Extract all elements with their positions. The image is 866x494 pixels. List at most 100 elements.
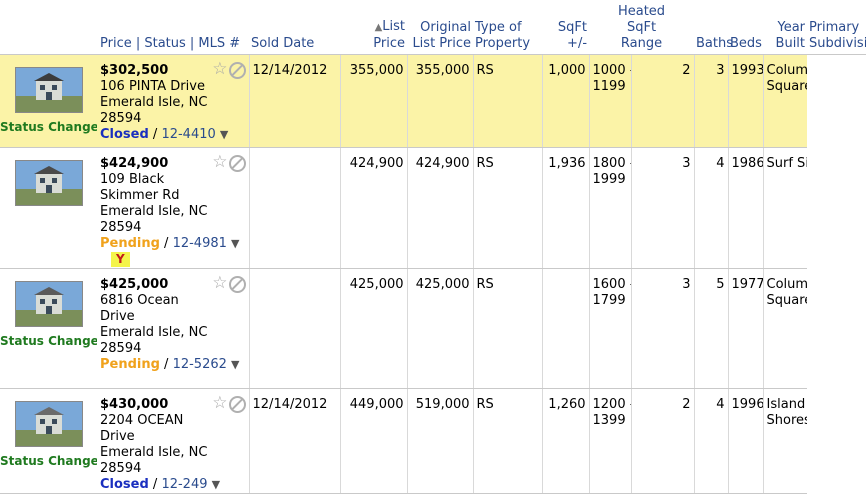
sqft-cell: 1,260: [542, 388, 590, 494]
star-outline-icon[interactable]: ☆: [212, 393, 227, 413]
sold-date-cell: 12/14/2012: [249, 388, 341, 494]
status-line: Pending / 12-5262 ▼: [100, 357, 240, 372]
col-year-built[interactable]: Year Built: [763, 0, 808, 55]
beds-cell: 5: [694, 268, 729, 389]
beds-cell: 4: [694, 147, 729, 269]
listing-address: 109 Black Skimmer Rd Emerald Isle, NC 28…: [100, 172, 208, 235]
year-built-cell: 1986: [728, 147, 764, 269]
sqft-range-cell: 1800 – 1999: [589, 147, 632, 269]
col-primary-subdivision[interactable]: PrimarySubdivision: [807, 0, 866, 55]
list-price-cell: 355,000: [340, 54, 408, 148]
list-price-cell: 424,900: [340, 147, 408, 269]
baths-cell: 2: [631, 388, 695, 494]
original-list-price-cell: 355,000: [407, 54, 474, 148]
listing-address: 2204 OCEAN Drive Emerald Isle, NC 28594: [100, 413, 208, 476]
sqft-cell: 1,000: [542, 54, 590, 148]
table-row[interactable]: Status Change ☆ $430,000 2204 OCEAN Drive E…: [0, 388, 866, 494]
property-type-cell: RS: [473, 147, 543, 269]
col-beds[interactable]: Beds: [728, 0, 764, 55]
listing-photo[interactable]: [14, 281, 83, 327]
subdivision-cell: Columbus Square: [763, 268, 808, 389]
price-status-mls-cell: ☆ $302,500 106 PINTA Drive Emerald Isle, N…: [97, 54, 250, 148]
sold-date-cell: 12/14/2012: [249, 54, 341, 148]
subdivision-cell: Island Shores: [763, 388, 808, 494]
table-row[interactable]: Status Change ☆ $302,500 106 PINTA Drive Em…: [0, 54, 866, 148]
cancel-circle-icon[interactable]: [228, 396, 246, 413]
cancel-circle-icon[interactable]: [228, 155, 246, 172]
year-built-cell: 1996: [728, 388, 764, 494]
status-line: Pending / 12-4981 ▼: [100, 236, 240, 251]
subdivision-cell: Columbus Square: [763, 54, 808, 148]
mls-number-link[interactable]: 12-4410: [161, 127, 215, 142]
status-badge: Y: [111, 252, 130, 267]
sold-date-cell: [249, 268, 341, 389]
status-line: Closed / 12-249 ▼: [100, 477, 221, 492]
baths-cell: 3: [631, 268, 695, 389]
cancel-circle-icon[interactable]: [228, 276, 246, 293]
col-baths[interactable]: Baths: [694, 0, 733, 55]
photo-cell: Status Change: [0, 54, 97, 148]
status-label: Closed: [100, 477, 149, 492]
beds-cell: 4: [694, 388, 729, 494]
year-built-cell: 1977: [728, 268, 764, 389]
price-status-mls-cell: ☆ $424,900 109 Black Skimmer Rd Emerald Is…: [97, 147, 250, 269]
baths-cell: 3: [631, 147, 695, 269]
col-heated-sqft-range[interactable]: Heated SqFt Range: [589, 0, 695, 55]
property-type-cell: RS: [473, 268, 543, 389]
price-status-mls-cell: ☆ $425,000 6816 Ocean Drive Emerald Isle, …: [97, 268, 250, 389]
cancel-circle-icon[interactable]: [228, 62, 246, 79]
table-row[interactable]: ☆ $424,900 109 Black Skimmer Rd Emerald Is…: [0, 147, 866, 269]
listing-photo[interactable]: [14, 67, 83, 113]
col-sold-date[interactable]: Sold Date: [249, 0, 341, 55]
subdivision-cell: Surf Side: [763, 147, 808, 269]
sqft-cell: [542, 268, 590, 389]
col-list-price[interactable]: ▲List Price: [340, 0, 408, 55]
sold-date-cell: [249, 147, 341, 269]
caret-down-icon[interactable]: ▼: [212, 478, 220, 491]
mls-number-link[interactable]: 12-249: [161, 477, 207, 492]
photo-cell: Status Change: [0, 268, 97, 389]
status-label: Closed: [100, 127, 149, 142]
property-type-cell: RS: [473, 388, 543, 494]
listing-address: 106 PINTA Drive Emerald Isle, NC 28594: [100, 79, 208, 126]
col-type-of-property[interactable]: Type of Property: [473, 0, 543, 55]
status-label: Pending: [100, 236, 160, 251]
star-outline-icon[interactable]: ☆: [212, 273, 227, 293]
listing-photo[interactable]: [14, 401, 83, 447]
baths-cell: 2: [631, 54, 695, 148]
caret-down-icon[interactable]: ▼: [220, 128, 228, 141]
list-price-cell: 425,000: [340, 268, 408, 389]
col-price-status-mls[interactable]: Price | Status | MLS #: [0, 0, 250, 55]
status-change-link[interactable]: Status Change: [0, 119, 97, 135]
col-original-list-price[interactable]: Original List Price: [407, 0, 474, 55]
status-change-link[interactable]: Status Change: [0, 453, 97, 469]
sqft-range-cell: 1000 – 1199: [589, 54, 632, 148]
mls-number-link[interactable]: 12-4981: [173, 236, 227, 251]
listings-table: Price | Status | MLS # Sold Date ▲List Pr…: [0, 0, 866, 494]
header-row: Price | Status | MLS # Sold Date ▲List Pr…: [0, 0, 866, 55]
star-outline-icon[interactable]: ☆: [212, 59, 227, 79]
mls-number-link[interactable]: 12-5262: [173, 357, 227, 372]
listing-photo[interactable]: [14, 160, 83, 206]
status-change-link[interactable]: Status Change: [0, 333, 97, 349]
col-sqft[interactable]: SqFt +/-: [542, 0, 590, 55]
list-price-cell: 449,000: [340, 388, 408, 494]
table-row[interactable]: Status Change ☆ $425,000 6816 Ocean Drive E…: [0, 268, 866, 389]
sqft-cell: 1,936: [542, 147, 590, 269]
property-type-cell: RS: [473, 54, 543, 148]
original-list-price-cell: 425,000: [407, 268, 474, 389]
photo-cell: Status Change: [0, 388, 97, 494]
status-label: Pending: [100, 357, 160, 372]
sqft-range-cell: 1200 – 1399: [589, 388, 632, 494]
sqft-range-cell: 1600 – 1799: [589, 268, 632, 389]
caret-down-icon[interactable]: ▼: [231, 358, 239, 371]
beds-cell: 3: [694, 54, 729, 148]
status-line: Closed / 12-4410 ▼: [100, 127, 229, 142]
original-list-price-cell: 424,900: [407, 147, 474, 269]
price-status-mls-cell: ☆ $430,000 2204 OCEAN Drive Emerald Isle, …: [97, 388, 250, 494]
star-outline-icon[interactable]: ☆: [212, 152, 227, 172]
year-built-cell: 1993: [728, 54, 764, 148]
original-list-price-cell: 519,000: [407, 388, 474, 494]
caret-down-icon[interactable]: ▼: [231, 237, 239, 250]
listing-address: 6816 Ocean Drive Emerald Isle, NC 28594: [100, 293, 208, 356]
